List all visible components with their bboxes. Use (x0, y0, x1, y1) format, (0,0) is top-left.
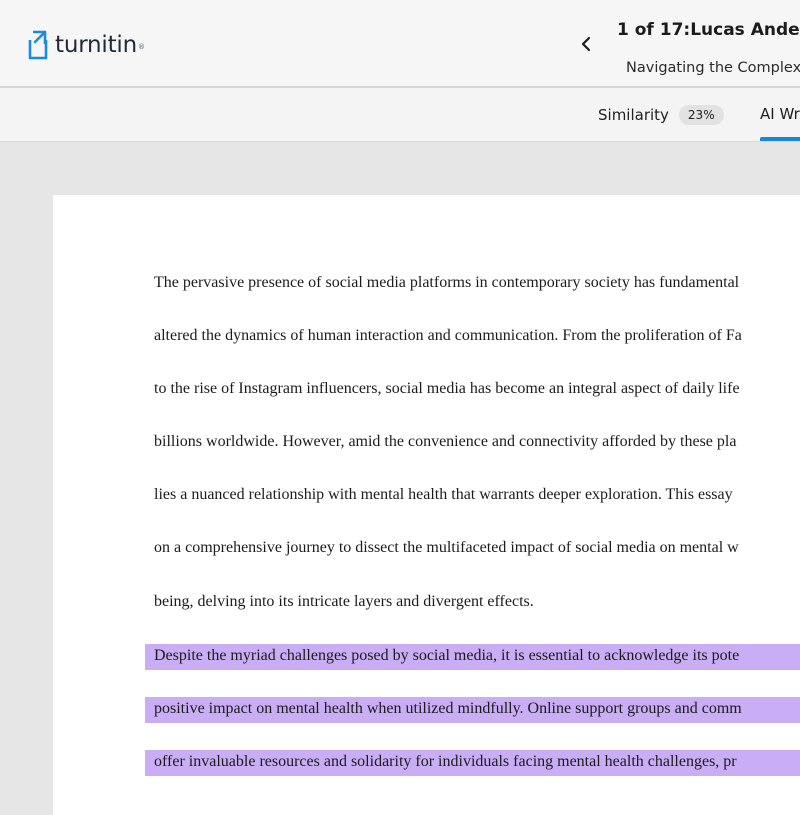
tab-ai-writing[interactable]: AI Wr (760, 105, 800, 123)
similarity-score-badge: 23% (678, 105, 724, 125)
tab-similarity-label: Similarity (598, 106, 669, 124)
submission-subtitle: Navigating the Complex (626, 60, 800, 76)
document-text-line: on a comprehensive journey to dissect th… (154, 539, 739, 556)
active-tab-indicator (760, 137, 800, 141)
document-text-line: to the rise of Instagram influencers, so… (154, 380, 740, 397)
top-header: turnitin® 1 of 17:Lucas Anderso Navigati… (0, 0, 800, 88)
previous-submission-button[interactable] (576, 33, 596, 55)
document-text-line: being, delving into its intricate layers… (154, 593, 534, 610)
document-text-line: The pervasive presence of social media p… (154, 274, 740, 291)
logo-trademark: ® (138, 43, 145, 51)
highlighted-text-line: offer invaluable resources and solidarit… (154, 753, 737, 770)
document-text-line: altered the dynamics of human interactio… (154, 327, 742, 344)
turnitin-logo-icon (28, 30, 48, 60)
report-tabs: Similarity 23% AI Wr (0, 88, 800, 142)
document-text-line: lies a nuanced relationship with mental … (154, 486, 733, 503)
turnitin-logo: turnitin ® (26, 28, 145, 62)
highlighted-text-line: positive impact on mental health when ut… (154, 700, 742, 717)
submission-title: 1 of 17:Lucas Anderso (617, 20, 800, 40)
document-text-line: billions worldwide. However, amid the co… (154, 433, 737, 450)
tab-similarity[interactable]: Similarity 23% (598, 105, 724, 125)
highlighted-text-line: Despite the myriad challenges posed by s… (154, 647, 740, 664)
logo-text: turnitin (55, 32, 137, 58)
chevron-left-icon (581, 36, 591, 52)
